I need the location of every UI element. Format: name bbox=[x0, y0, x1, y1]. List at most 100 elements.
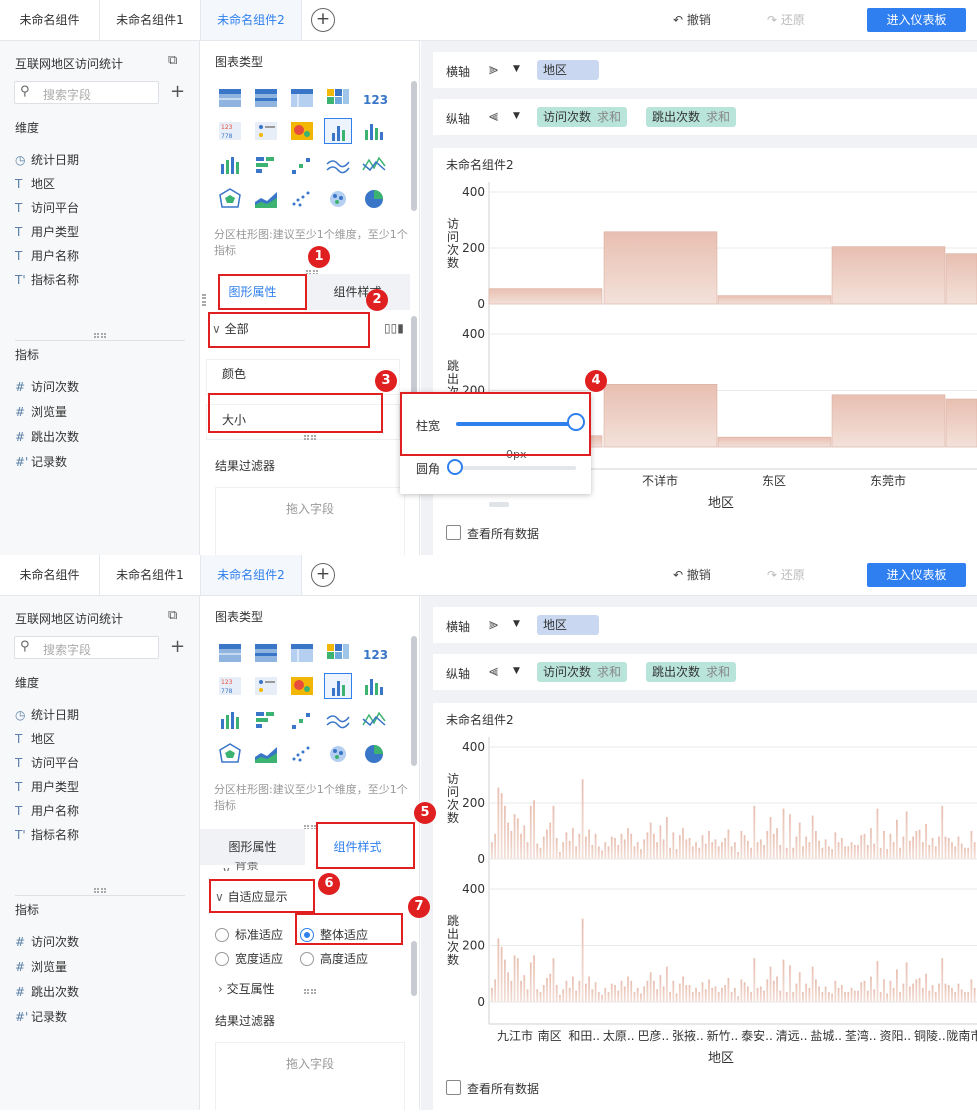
chevron-down-icon[interactable]: ▼ bbox=[513, 111, 520, 121]
polyline-icon[interactable] bbox=[360, 707, 388, 733]
tab-component-style[interactable]: 组件样式 bbox=[305, 274, 410, 310]
dimension-field[interactable]: T 地区 bbox=[15, 175, 55, 192]
pie-chart-icon[interactable] bbox=[360, 186, 388, 212]
multi-column-icon[interactable] bbox=[216, 707, 244, 733]
x-axis-type-icon[interactable]: ⫸ bbox=[489, 614, 498, 634]
chevron-down-icon[interactable]: ▼ bbox=[513, 666, 520, 676]
color-block-icon[interactable] bbox=[324, 85, 352, 111]
polyline-icon[interactable] bbox=[360, 152, 388, 178]
add-field-icon[interactable]: + bbox=[170, 636, 185, 657]
tab-component-0[interactable]: 未命名组件 bbox=[0, 555, 100, 595]
radio-width-fit[interactable]: 宽度适应 bbox=[215, 950, 305, 967]
field-search-input[interactable]: ⚲ 搜索字段 bbox=[14, 636, 159, 659]
y-field-pill[interactable]: 访问次数 求和 bbox=[537, 662, 628, 682]
heatmap-icon[interactable] bbox=[288, 673, 316, 699]
line-chart-icon[interactable] bbox=[324, 152, 352, 178]
add-tab-button[interactable]: + bbox=[311, 8, 335, 32]
metric-field[interactable]: # 浏览量 bbox=[15, 403, 67, 420]
resize-handle[interactable] bbox=[304, 989, 316, 994]
field-search-input[interactable]: ⚲ 搜索字段 bbox=[14, 81, 159, 104]
dimension-field[interactable]: T' 指标名称 bbox=[15, 826, 79, 843]
heatmap-icon[interactable] bbox=[288, 118, 316, 144]
scrollbar[interactable] bbox=[411, 81, 417, 211]
scrollbar[interactable] bbox=[411, 636, 417, 766]
dimension-field[interactable]: T 用户类型 bbox=[15, 778, 79, 795]
metric-field[interactable]: # 浏览量 bbox=[15, 958, 67, 975]
heat-table-icon[interactable] bbox=[252, 673, 280, 699]
column-chart-icon[interactable] bbox=[360, 118, 388, 144]
cross-table-icon[interactable] bbox=[288, 640, 316, 666]
y-axis-type-icon[interactable]: ⫷ bbox=[489, 106, 498, 126]
enter-dashboard-button[interactable]: 进入仪表板 bbox=[867, 8, 966, 32]
switch-dataset-icon[interactable]: ⧉ bbox=[168, 53, 177, 68]
filter-drop-zone[interactable]: 拖入字段 bbox=[215, 487, 405, 555]
view-all-data-checkbox[interactable] bbox=[446, 525, 461, 540]
number-card-icon[interactable]: 123 bbox=[360, 85, 388, 111]
scrollbar[interactable] bbox=[411, 941, 417, 996]
enter-dashboard-button[interactable]: 进入仪表板 bbox=[867, 563, 966, 587]
view-all-data-checkbox[interactable] bbox=[446, 1080, 461, 1095]
dimension-field[interactable]: ◷ 统计日期 bbox=[15, 151, 79, 168]
scatter-icon[interactable] bbox=[288, 741, 316, 767]
metric-field[interactable]: #' 记录数 bbox=[15, 1008, 67, 1025]
bar-chart-icon[interactable]: ▯▯▮ bbox=[384, 321, 404, 335]
dimension-field[interactable]: T 访问平台 bbox=[15, 199, 79, 216]
dimension-field[interactable]: T 地区 bbox=[15, 730, 55, 747]
horizontal-scrollbar[interactable] bbox=[489, 502, 509, 507]
radio-height-fit[interactable]: 高度适应 bbox=[300, 950, 390, 967]
metric-field[interactable]: # 跳出次数 bbox=[15, 983, 79, 1000]
redo-button[interactable]: ↷ 还原 bbox=[767, 0, 805, 40]
metric-field[interactable]: #' 记录数 bbox=[15, 453, 67, 470]
multi-column-icon[interactable] bbox=[216, 152, 244, 178]
grouped-bar-icon[interactable] bbox=[324, 673, 352, 699]
resize-handle[interactable] bbox=[304, 435, 316, 440]
filter-drop-zone[interactable]: 拖入字段 bbox=[215, 1042, 405, 1110]
interaction-properties-row[interactable]: › 交互属性 bbox=[218, 980, 428, 997]
x-field-pill[interactable]: 地区 bbox=[537, 60, 599, 80]
dimension-field[interactable]: T 用户类型 bbox=[15, 223, 79, 240]
corner-radius-handle[interactable] bbox=[447, 459, 463, 475]
scatter-dots-icon[interactable] bbox=[288, 152, 316, 178]
resize-handle[interactable] bbox=[94, 333, 106, 338]
add-tab-button[interactable]: + bbox=[311, 563, 335, 587]
tab-component-0[interactable]: 未命名组件 bbox=[0, 0, 100, 40]
redo-button[interactable]: ↷ 还原 bbox=[767, 555, 805, 595]
x-axis-type-icon[interactable]: ⫸ bbox=[489, 59, 498, 79]
add-field-icon[interactable]: + bbox=[170, 81, 185, 102]
stacked-bar-icon[interactable] bbox=[252, 152, 280, 178]
number-card-icon[interactable]: 123 bbox=[360, 640, 388, 666]
radio-standard-fit[interactable]: 标准适应 bbox=[215, 926, 305, 943]
y-field-pill[interactable]: 访问次数 求和 bbox=[537, 107, 628, 127]
grouped-bar-icon[interactable] bbox=[324, 118, 352, 144]
color-row[interactable]: 颜色 bbox=[206, 359, 400, 395]
scatter-icon[interactable] bbox=[288, 186, 316, 212]
dimension-field[interactable]: T 用户名称 bbox=[15, 247, 79, 264]
column-chart-icon[interactable] bbox=[360, 673, 388, 699]
resize-handle[interactable] bbox=[94, 888, 106, 893]
metric-field[interactable]: # 访问次数 bbox=[15, 933, 79, 950]
stacked-bar-icon[interactable] bbox=[252, 707, 280, 733]
dimension-field[interactable]: ◷ 统计日期 bbox=[15, 706, 79, 723]
bubble-icon[interactable] bbox=[324, 186, 352, 212]
y-field-pill[interactable]: 跳出次数 求和 bbox=[646, 107, 737, 127]
tab-component-1[interactable]: 未命名组件1 bbox=[100, 555, 201, 595]
line-chart-icon[interactable] bbox=[324, 707, 352, 733]
y-axis-type-icon[interactable]: ⫷ bbox=[489, 661, 498, 681]
table-icon[interactable] bbox=[216, 85, 244, 111]
color-table-icon[interactable]: 123 778 bbox=[216, 118, 244, 144]
area-chart-icon[interactable] bbox=[252, 741, 280, 767]
corner-radius-slider[interactable] bbox=[456, 466, 576, 470]
tab-component-2[interactable]: 未命名组件2 bbox=[201, 0, 302, 40]
color-table-icon[interactable]: 123 778 bbox=[216, 673, 244, 699]
color-block-icon[interactable] bbox=[324, 640, 352, 666]
chevron-down-icon[interactable]: ▼ bbox=[513, 64, 520, 74]
panel-drag-handle[interactable] bbox=[202, 294, 206, 306]
cross-table-icon[interactable] bbox=[288, 85, 316, 111]
tab-graphic-properties[interactable]: 图形属性 bbox=[200, 829, 305, 865]
heat-table-icon[interactable] bbox=[252, 118, 280, 144]
dimension-field[interactable]: T' 指标名称 bbox=[15, 271, 79, 288]
switch-dataset-icon[interactable]: ⧉ bbox=[168, 608, 177, 623]
tab-component-2[interactable]: 未命名组件2 bbox=[201, 555, 302, 595]
radar-icon[interactable] bbox=[216, 186, 244, 212]
area-chart-icon[interactable] bbox=[252, 186, 280, 212]
